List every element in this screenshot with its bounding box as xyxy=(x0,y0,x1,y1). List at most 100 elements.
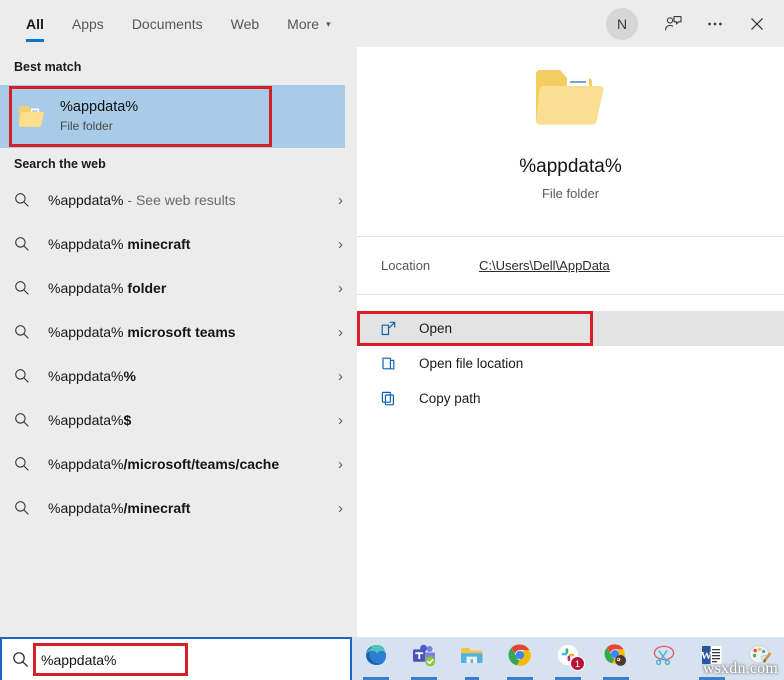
taskbar-search-value: %appdata% xyxy=(41,651,117,668)
web-result-item[interactable]: %appdata%$ › xyxy=(0,398,357,442)
action-label: Open file location xyxy=(419,356,524,371)
taskbar-slack-badge: 1 xyxy=(570,656,585,671)
web-result-item[interactable]: %appdata% microsoft teams › xyxy=(0,310,357,354)
chevron-right-icon: › xyxy=(338,323,343,341)
web-result-query: %appdata% xyxy=(48,280,124,296)
web-result-suffix: microsoft teams xyxy=(123,324,236,340)
action-copy-path[interactable]: Copy path xyxy=(357,381,784,416)
search-icon xyxy=(12,651,29,668)
chevron-down-icon: ▾ xyxy=(326,19,331,29)
taskbar: %appdata% 1 W wsxdn.com xyxy=(0,637,784,680)
flyout-header: All Apps Documents Web More ▾ N xyxy=(0,0,784,47)
taskbar-teams-icon[interactable] xyxy=(400,637,448,680)
open-external-icon xyxy=(381,321,407,336)
web-result-suffix: $ xyxy=(123,412,132,428)
web-results-list: %appdata% - See web results › %appdata% mi… xyxy=(0,178,357,530)
ellipsis-icon[interactable] xyxy=(694,4,736,44)
web-result-label: %appdata% microsoft teams xyxy=(48,324,236,340)
chevron-right-icon: › xyxy=(338,235,343,253)
search-icon xyxy=(14,236,42,252)
close-icon[interactable] xyxy=(736,4,778,44)
taskbar-search-box[interactable]: %appdata% xyxy=(0,637,352,680)
taskbar-chrome-icon[interactable] xyxy=(496,637,544,680)
chevron-right-icon: › xyxy=(338,499,343,517)
web-result-query: %appdata% xyxy=(48,236,124,252)
preview-pane: %appdata% File folder Location C:\Users\… xyxy=(357,0,784,637)
tab-label: All xyxy=(26,15,44,32)
action-list: Open Open file location Copy path xyxy=(357,311,784,416)
web-result-item[interactable]: %appdata%% › xyxy=(0,354,357,398)
web-result-suffix: /minecraft xyxy=(123,500,191,516)
preview-subtitle: File folder xyxy=(541,186,600,201)
web-result-suffix: minecraft xyxy=(123,236,191,252)
web-result-label: %appdata%$ xyxy=(48,412,131,428)
best-match-title: %appdata% xyxy=(60,99,139,116)
web-result-label: %appdata% minecraft xyxy=(48,236,190,252)
web-result-suffix: folder xyxy=(123,280,167,296)
search-the-web-label: Search the web xyxy=(14,157,106,171)
location-label: Location xyxy=(381,258,431,273)
taskbar-edge-icon[interactable] xyxy=(352,637,400,680)
action-open-file-location[interactable]: Open file location xyxy=(357,346,784,381)
search-icon xyxy=(14,192,42,208)
feedback-person-icon[interactable] xyxy=(652,4,694,44)
taskbar-file-explorer-icon[interactable] xyxy=(448,637,496,680)
search-icon xyxy=(14,500,42,516)
web-result-label: %appdata% - See web results xyxy=(48,192,236,208)
location-row: Location C:\Users\Dell\AppData xyxy=(357,237,784,294)
action-open[interactable]: Open xyxy=(357,311,784,346)
web-result-item[interactable]: %appdata%/minecraft › xyxy=(0,486,357,530)
taskbar-chrome-profile-icon[interactable] xyxy=(592,637,640,680)
search-icon xyxy=(14,280,42,296)
chevron-right-icon: › xyxy=(338,455,343,473)
tab-web[interactable]: Web xyxy=(217,0,274,47)
web-result-item[interactable]: %appdata% - See web results › xyxy=(0,178,357,222)
taskbar-slack-icon[interactable]: 1 xyxy=(544,637,592,680)
search-icon xyxy=(14,368,42,384)
tab-label: Web xyxy=(230,15,260,32)
web-result-suffix: % xyxy=(123,368,136,384)
windows-search-screen: Best match %appdata% File folder Search … xyxy=(0,0,784,680)
filter-tabs: All Apps Documents Web More ▾ xyxy=(0,0,345,47)
web-result-query: %appdata% xyxy=(48,456,124,472)
tab-documents[interactable]: Documents xyxy=(118,0,217,47)
web-result-query: %appdata% xyxy=(48,500,124,516)
tab-more[interactable]: More ▾ xyxy=(273,0,344,47)
watermark: wsxdn.com xyxy=(702,660,778,677)
tab-label: More xyxy=(287,15,320,32)
chevron-right-icon: › xyxy=(338,367,343,385)
divider-bottom xyxy=(357,294,784,295)
web-result-item[interactable]: %appdata% minecraft › xyxy=(0,222,357,266)
web-result-item[interactable]: %appdata%/microsoft/teams/cache › xyxy=(0,442,357,486)
web-result-suffix: /microsoft/teams/cache xyxy=(123,456,280,472)
copy-icon xyxy=(381,391,407,406)
web-result-label: %appdata% folder xyxy=(48,280,166,296)
tab-label: Apps xyxy=(71,15,104,32)
tab-label: Documents xyxy=(131,15,203,32)
chevron-right-icon: › xyxy=(338,191,343,209)
best-match-result[interactable]: %appdata% File folder xyxy=(0,85,345,148)
action-label: Open xyxy=(419,321,453,336)
web-result-label: %appdata%/microsoft/teams/cache xyxy=(48,456,279,472)
search-icon xyxy=(14,412,42,428)
tab-all[interactable]: All xyxy=(12,0,58,47)
chevron-right-icon: › xyxy=(338,411,343,429)
folder-icon xyxy=(14,103,52,130)
tab-apps[interactable]: Apps xyxy=(58,0,118,47)
header-actions: N xyxy=(606,0,784,47)
web-result-label: %appdata%% xyxy=(48,368,136,384)
action-label: Copy path xyxy=(419,391,481,406)
results-pane: Best match %appdata% File folder Search … xyxy=(0,0,357,637)
web-result-query: %appdata% xyxy=(48,324,124,340)
web-result-label: %appdata%/minecraft xyxy=(48,500,190,516)
preview-title: %appdata% xyxy=(519,156,622,177)
large-folder-icon xyxy=(532,62,610,134)
taskbar-snipping-tool-icon[interactable] xyxy=(640,637,688,680)
location-link[interactable]: C:\Users\Dell\AppData xyxy=(479,258,610,273)
web-result-item[interactable]: %appdata% folder › xyxy=(0,266,357,310)
avatar[interactable]: N xyxy=(606,7,638,40)
search-flyout: Best match %appdata% File folder Search … xyxy=(0,0,784,637)
web-result-query: %appdata% xyxy=(48,412,124,428)
web-result-query: %appdata% xyxy=(48,368,124,384)
best-match-text: %appdata% File folder xyxy=(60,98,138,134)
